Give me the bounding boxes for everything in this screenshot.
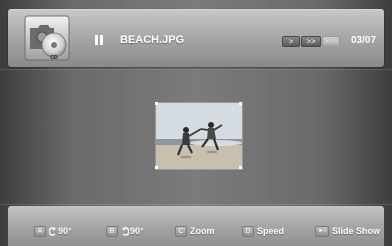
footer-divider: [0, 204, 392, 205]
rotate-left-icon: [49, 226, 56, 236]
play-pause-icon: ►I: [315, 225, 329, 237]
speed-button[interactable]: D Speed: [242, 224, 284, 238]
pause-icon: [95, 35, 104, 45]
header-bar: CD BEACH.JPG > >> >>> 03/07: [8, 9, 384, 67]
speed-2-button[interactable]: >>: [301, 36, 321, 47]
zoom-label: Zoom: [190, 226, 215, 236]
photo-corner-tr: [239, 102, 242, 105]
cd-photo-icon: CD: [24, 15, 70, 61]
slide-show-button[interactable]: ►I Slide Show: [315, 224, 380, 238]
rotate-right-icon: [122, 226, 129, 236]
zoom-button[interactable]: C Zoom: [175, 224, 215, 238]
key-c-badge: C: [175, 225, 187, 237]
beach-photo-image: [156, 103, 242, 169]
photo-corner-bl: [155, 166, 158, 169]
photo-viewer-screen: CD BEACH.JPG > >> >>> 03/07 A 90° B 90° …: [0, 0, 392, 246]
slide-show-label: Slide Show: [332, 226, 381, 236]
rotate-right-button[interactable]: B 90°: [106, 224, 144, 238]
speed-label: Speed: [257, 226, 285, 236]
key-a-badge: A: [34, 225, 46, 237]
key-b-badge: B: [106, 225, 118, 237]
key-d-badge: D: [242, 225, 254, 237]
file-name: BEACH.JPG: [120, 34, 185, 46]
footer-bar: A 90° B 90° C Zoom D Speed ►I Slide Show: [8, 206, 384, 246]
speed-1-button[interactable]: >: [282, 36, 300, 47]
speed-3-button[interactable]: >>>: [322, 36, 340, 47]
image-counter: 03/07: [351, 35, 377, 46]
header-divider: [0, 69, 392, 70]
photo-corner-tl: [155, 102, 158, 105]
cd-label: CD: [50, 55, 58, 61]
rotate-left-button[interactable]: A 90°: [34, 224, 72, 238]
photo-thumbnail[interactable]: [156, 103, 242, 169]
rotate-left-label: 90°: [58, 226, 72, 236]
rotate-right-label: 90°: [130, 226, 144, 236]
photo-corner-br: [239, 166, 242, 169]
